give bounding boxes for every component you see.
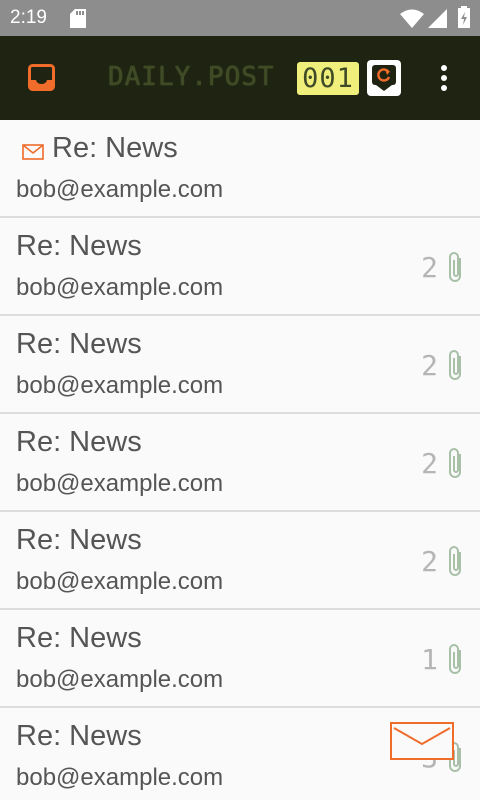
list-item[interactable]: Re: News bob@example.com 2 (0, 414, 480, 512)
overflow-menu-icon[interactable] (432, 64, 456, 92)
message-sender: bob@example.com (16, 470, 224, 497)
paperclip-icon (449, 644, 461, 674)
message-count: 2 (421, 349, 438, 382)
message-subject: Re: News (16, 622, 142, 654)
message-sender: bob@example.com (16, 372, 224, 399)
status-bar: 2:19 (0, 0, 480, 36)
message-subject: Re: News (16, 524, 142, 556)
paperclip-icon (449, 546, 461, 576)
message-sender: bob@example.com (16, 176, 224, 203)
app-title: DAILY.POST (108, 62, 275, 92)
list-item[interactable]: Re: News bob@example.com 2 (0, 316, 480, 414)
battery-icon (458, 6, 470, 28)
unread-envelope-icon (22, 144, 44, 160)
message-counter: 001 (297, 62, 359, 95)
inbox-icon[interactable] (28, 64, 55, 91)
paperclip-icon (449, 448, 461, 478)
message-count: 2 (421, 447, 438, 480)
envelope-icon (393, 727, 451, 746)
message-list: Re: News bob@example.com Re: News bob@ex… (0, 120, 480, 800)
list-item[interactable]: Re: News bob@example.com (0, 120, 480, 218)
list-item[interactable]: Re: News bob@example.com 1 (0, 610, 480, 708)
message-sender: bob@example.com (16, 568, 224, 595)
message-subject: Re: News (52, 132, 178, 164)
list-item[interactable]: Re: News bob@example.com 2 (0, 218, 480, 316)
message-subject: Re: News (16, 230, 142, 262)
message-count: 1 (421, 643, 438, 676)
message-subject: Re: News (16, 328, 142, 360)
paperclip-icon (449, 252, 461, 282)
status-time: 2:19 (10, 7, 47, 28)
paperclip-icon (449, 350, 461, 380)
message-count: 2 (421, 545, 438, 578)
message-count: 2 (421, 251, 438, 284)
signal-icon (428, 9, 447, 28)
compose-button[interactable] (390, 722, 454, 760)
app-toolbar: DAILY.POST 001 (0, 36, 480, 120)
wifi-icon (400, 9, 424, 28)
sd-card-icon (70, 9, 86, 28)
list-item[interactable]: Re: News bob@example.com 2 (0, 512, 480, 610)
refresh-button[interactable] (367, 60, 401, 96)
message-subject: Re: News (16, 720, 142, 752)
message-subject: Re: News (16, 426, 142, 458)
message-sender: bob@example.com (16, 274, 224, 301)
message-sender: bob@example.com (16, 764, 224, 791)
refresh-icon (372, 65, 396, 91)
message-sender: bob@example.com (16, 666, 224, 693)
